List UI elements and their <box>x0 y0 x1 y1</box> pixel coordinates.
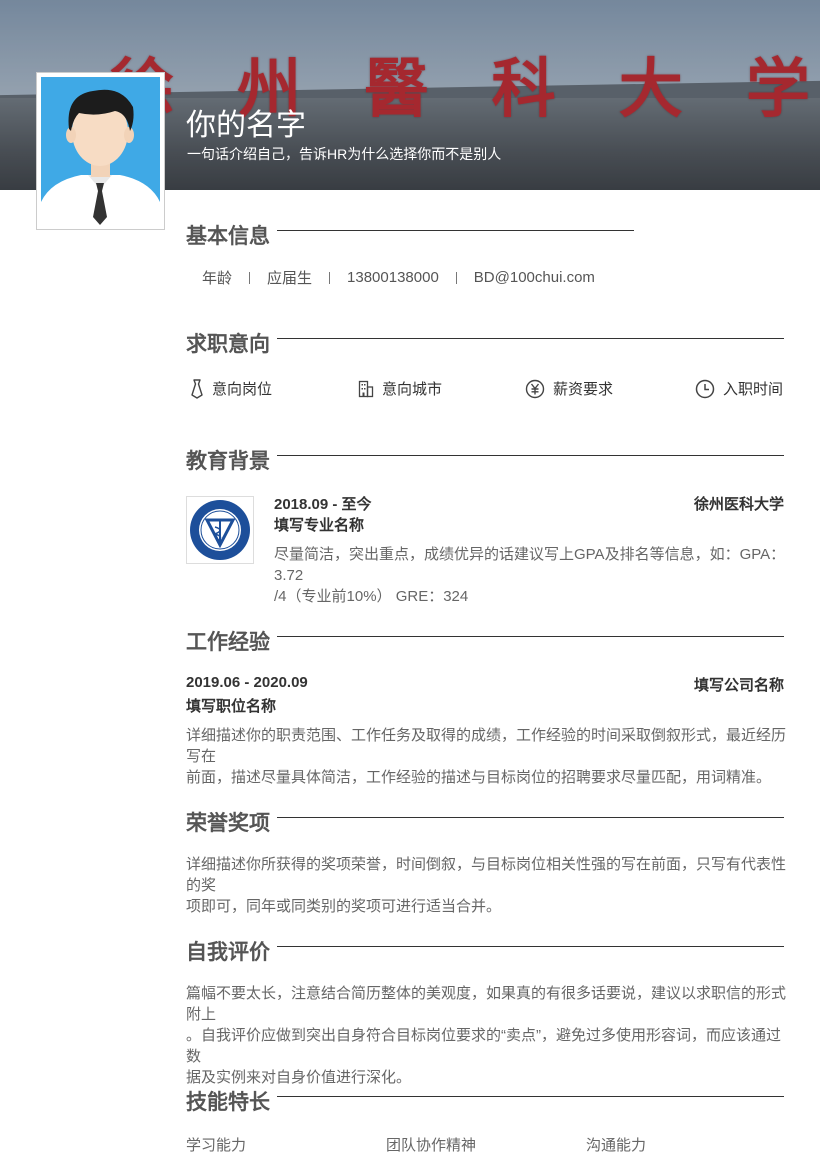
intent-label: 入职时间 <box>723 381 784 398</box>
intent-label: 意向岗位 <box>212 381 273 398</box>
divider <box>455 271 457 284</box>
intent-city: 意向城市 <box>358 378 442 399</box>
basic-phone: 13800138000 <box>347 269 439 286</box>
section-title-honors: 荣誉奖项 <box>186 812 270 835</box>
education-major: 填写专业名称 <box>274 517 365 534</box>
yuan-icon <box>525 379 545 398</box>
profile-photo <box>36 72 165 230</box>
section-divider <box>277 1096 784 1097</box>
text-line: 项即可，同年或同类别的奖项可进行适当合并。 <box>186 898 502 915</box>
education-description: 尽量简洁，突出重点，成绩优异的话建议写上GPA及排名等信息，如：GPA：3.72… <box>274 544 794 607</box>
text-line: 尽量简洁，突出重点，成绩优异的话建议写上GPA及排名等信息，如：GPA：3.72 <box>274 546 786 584</box>
section-divider <box>277 946 784 947</box>
skill-item: 沟通能力 <box>586 1137 647 1154</box>
text-line: 。自我评价应做到突出自身符合目标岗位要求的“卖点”，避免过多使用形容词，而应该通… <box>186 1027 781 1065</box>
divider <box>329 271 331 284</box>
section-title-education: 教育背景 <box>186 450 270 473</box>
avatar <box>41 77 160 225</box>
intent-label: 意向城市 <box>382 381 443 398</box>
work-company: 填写公司名称 <box>693 677 784 694</box>
tie-icon <box>191 378 203 399</box>
basic-info-row: 年龄 应届生 13800138000 BD@100chui.com <box>202 267 595 288</box>
work-date: 2019.06 - 2020.09 <box>186 674 308 691</box>
school-logo <box>186 496 254 564</box>
intent-label: 薪资要求 <box>553 381 614 398</box>
skill-item: 团队协作精神 <box>386 1137 477 1154</box>
section-divider <box>277 230 634 231</box>
section-divider <box>277 817 784 818</box>
building-icon <box>358 380 374 397</box>
education-date: 2018.09 - 至今 <box>274 496 372 513</box>
clock-icon <box>695 379 715 398</box>
text-line: 篇幅不要太长，注意结合简历整体的美观度，如果真的有很多话要说，建议以求职信的形式… <box>186 985 787 1023</box>
skills-row: 学习能力 团队协作精神 沟通能力 <box>186 1134 786 1154</box>
intent-salary: 薪资要求 <box>525 378 613 399</box>
self-description: 篇幅不要太长，注意结合简历整体的美观度，如果真的有很多话要说，建议以求职信的形式… <box>186 983 786 1088</box>
work-description: 详细描述你的职责范围、工作任务及取得的成绩，工作经验的时间采取倒叙形式，最近经历… <box>186 725 786 788</box>
section-divider <box>277 338 784 339</box>
section-title-work: 工作经验 <box>186 631 270 654</box>
intent-start: 入职时间 <box>695 378 783 399</box>
section-divider <box>277 636 784 637</box>
resume-tagline: 一句话介绍自己，告诉HR为什么选择你而不是别人 <box>187 146 502 162</box>
education-school: 徐州医科大学 <box>693 496 784 513</box>
work-position: 填写职位名称 <box>186 698 277 715</box>
section-title-basic: 基本信息 <box>186 225 270 248</box>
basic-age: 年龄 <box>202 270 233 287</box>
avatar-illustration <box>41 89 160 225</box>
section-title-self: 自我评价 <box>186 941 270 964</box>
section-divider <box>277 455 784 456</box>
basic-status: 应届生 <box>267 270 313 287</box>
divider <box>249 271 251 284</box>
honors-description: 详细描述你所获得的奖项荣誉，时间倒叙，与目标岗位相关性强的写在前面，只写有代表性… <box>186 854 786 917</box>
resume-name: 你的名字 <box>186 109 306 142</box>
intent-position: 意向岗位 <box>190 378 272 399</box>
section-title-skills: 技能特长 <box>186 1091 270 1114</box>
text-line: /4（专业前10%） GRE：324 <box>274 588 469 605</box>
basic-email: BD@100chui.com <box>473 269 595 286</box>
intent-row: 意向岗位 意向城市 薪资要求 入职时间 <box>186 378 786 402</box>
school-emblem-icon <box>190 500 250 560</box>
text-line: 详细描述你的职责范围、工作任务及取得的成绩，工作经验的时间采取倒叙形式，最近经历… <box>186 727 787 765</box>
text-line: 据及实例来对自身价值进行深化。 <box>186 1069 412 1086</box>
text-line: 详细描述你所获得的奖项荣誉，时间倒叙，与目标岗位相关性强的写在前面，只写有代表性… <box>186 856 787 894</box>
text-line: 前面，描述尽量具体简洁，工作经验的描述与目标岗位的招聘要求尽量匹配，用词精准。 <box>186 769 772 786</box>
skill-item: 学习能力 <box>186 1137 247 1154</box>
section-title-intent: 求职意向 <box>186 333 270 356</box>
